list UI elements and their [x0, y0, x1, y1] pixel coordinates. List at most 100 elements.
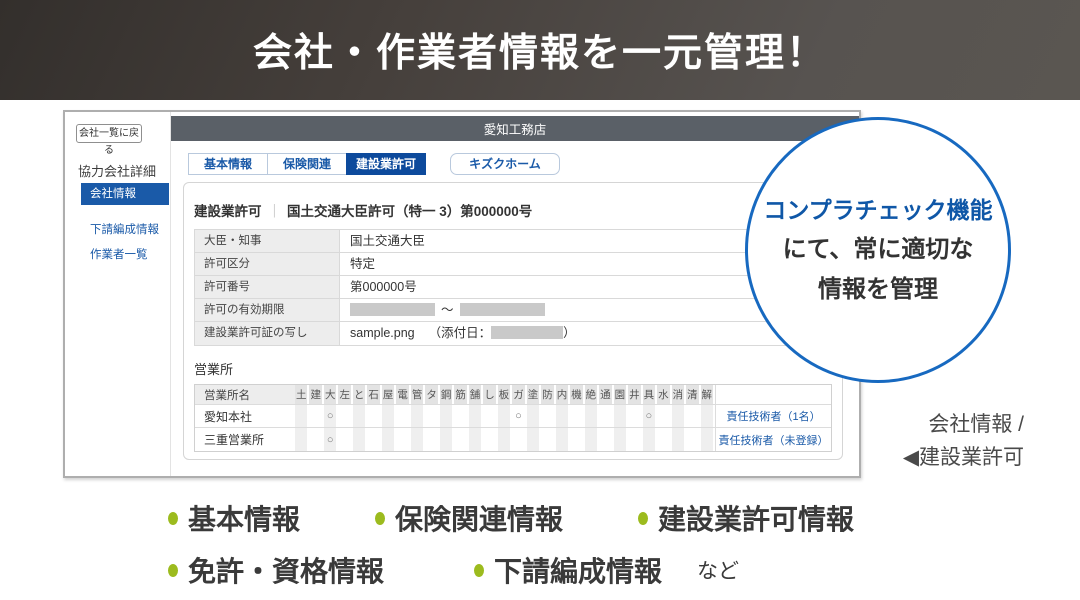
trade-column-header: 筋 — [454, 385, 468, 404]
permit-mark-cell — [556, 428, 570, 451]
row-value: sample.png （添付日： ） — [340, 322, 831, 345]
permit-mark-cell — [672, 405, 686, 427]
feature-item: 保険関連情報 — [375, 498, 563, 538]
permit-mark-cell — [498, 428, 512, 451]
trade-column-header: 屋 — [382, 385, 396, 404]
feature-row: 基本情報 保険関連情報 建設業許可情報 — [168, 498, 854, 538]
etc-label: など — [697, 555, 739, 585]
permit-mark-cell — [498, 405, 512, 427]
attached-file-name: sample.png — [350, 326, 415, 340]
offices-table: 営業所名土建大左と石屋電管タ鋼筋舗し板ガ塗防内機絶通園井具水消清解愛知本社○○○… — [194, 384, 832, 452]
trade-column-header: 清 — [686, 385, 700, 404]
permit-mark-cell — [425, 405, 439, 427]
permit-mark-cell — [469, 405, 483, 427]
page: 会社・作業者情報を一元管理！ 会社一覧に戻る 協力会社詳細 会社情報 下請編成情… — [0, 0, 1080, 600]
trade-column-header: 大 — [324, 385, 338, 404]
back-to-company-list-button[interactable]: 会社一覧に戻る — [76, 124, 142, 143]
permit-mark-cell — [309, 405, 323, 427]
banner-title: 会社・作業者情報を一元管理！ — [253, 22, 827, 78]
table-row: 許可番号 第000000号 — [195, 276, 831, 299]
kizuku-home-button[interactable]: キズクホーム — [450, 153, 560, 175]
trade-column-header: 塗 — [527, 385, 541, 404]
sidebar-item-worker-list[interactable]: 作業者一覧 — [81, 246, 148, 262]
tab-construction-permit[interactable]: 建設業許可 — [346, 153, 426, 175]
trade-column-header: 園 — [614, 385, 628, 404]
sidebar-item-subcontract-structure[interactable]: 下請編成情報 — [81, 221, 159, 237]
table-row: 大臣・知事 国土交通大臣 — [195, 230, 831, 253]
permit-mark-cell — [295, 405, 309, 427]
feature-list: 基本情報 保険関連情報 建設業許可情報 免許・資格情報 下請編成情報など — [168, 498, 854, 590]
row-label: 大臣・知事 — [195, 230, 340, 252]
permit-mark-cell — [657, 405, 671, 427]
trade-column-header: 井 — [628, 385, 642, 404]
table-row: 許可区分 特定 — [195, 253, 831, 276]
office-row: 愛知本社○○○責任技術者（1名） — [195, 405, 831, 428]
engineer-link-header — [715, 385, 831, 404]
responsible-engineer-link[interactable]: 責任技術者（1名） — [715, 405, 831, 427]
permit-heading-label: 建設業許可 — [194, 204, 262, 219]
permit-mark-cell — [367, 405, 381, 427]
permit-mark-cell — [701, 428, 715, 451]
tab-insurance[interactable]: 保険関連 — [267, 153, 347, 175]
screen-caption: 会社情報 / ◀建設業許可 — [903, 408, 1024, 474]
trade-column-header: 舗 — [469, 385, 483, 404]
bullet-dot-icon — [168, 512, 178, 525]
permit-mark-cell — [454, 428, 468, 451]
permit-mark-cell — [556, 405, 570, 427]
permit-mark-cell — [614, 428, 628, 451]
permit-mark-cell — [512, 428, 526, 451]
permit-mark-cell: ○ — [643, 405, 657, 427]
offices-header-row: 営業所名土建大左と石屋電管タ鋼筋舗し板ガ塗防内機絶通園井具水消清解 — [195, 385, 831, 405]
attach-date-suffix: ） — [563, 326, 576, 340]
permit-mark-cell — [657, 428, 671, 451]
permit-mark-cell: ○ — [512, 405, 526, 427]
permit-mark-cell — [628, 428, 642, 451]
trade-column-header: と — [353, 385, 367, 404]
permit-mark-cell — [454, 405, 468, 427]
permit-mark-cell — [686, 405, 700, 427]
sidebar-item-company-info[interactable]: 会社情報 — [81, 183, 169, 205]
permit-mark-cell — [353, 405, 367, 427]
permit-mark-cell — [701, 405, 715, 427]
feature-item: 下請編成情報など — [474, 550, 739, 590]
bullet-dot-icon — [474, 564, 484, 577]
row-label: 許可の有効期限 — [195, 299, 340, 321]
permit-mark-cell — [338, 428, 352, 451]
row-label: 建設業許可証の写し — [195, 322, 340, 345]
sidebar: 会社一覧に戻る 協力会社詳細 会社情報 下請編成情報 作業者一覧 — [65, 112, 171, 476]
permit-mark-cell — [309, 428, 323, 451]
offices-section-title: 営業所 — [194, 359, 832, 378]
caption-line1: 会社情報 / — [903, 408, 1024, 441]
permit-mark-cell — [396, 405, 410, 427]
permit-mark-cell — [367, 428, 381, 451]
trade-column-header: 土 — [295, 385, 309, 404]
trade-column-header: 消 — [672, 385, 686, 404]
table-row: 許可の有効期限 ～ — [195, 299, 831, 322]
permit-mark-cell — [585, 428, 599, 451]
permit-mark-cell — [686, 428, 700, 451]
feature-item: 基本情報 — [168, 498, 300, 538]
permit-mark-cell — [440, 405, 454, 427]
permit-mark-cell — [483, 405, 497, 427]
permit-mark-cell — [411, 428, 425, 451]
permit-mark-cell — [570, 428, 584, 451]
responsible-engineer-link[interactable]: 責任技術者（未登録） — [715, 428, 831, 451]
office-name: 三重営業所 — [195, 428, 295, 451]
trade-column-header: 板 — [498, 385, 512, 404]
permit-mark-cell — [469, 428, 483, 451]
office-row: 三重営業所 ○ 責任技術者（未登録） — [195, 428, 831, 451]
permit-mark-cell: ○ — [324, 428, 338, 451]
permit-table: 大臣・知事 国土交通大臣 許可区分 特定 許可番号 第000000号 許可の有効… — [194, 229, 832, 346]
sidebar-heading: 協力会社詳細 — [78, 161, 156, 180]
redacted-value — [350, 303, 435, 316]
tab-basic-info[interactable]: 基本情報 — [188, 153, 268, 175]
callout-feature-name: コンプラチェック機能 — [763, 190, 992, 230]
permit-mark-cell — [483, 428, 497, 451]
trade-column-header: ガ — [512, 385, 526, 404]
permit-mark-cell — [541, 428, 555, 451]
trade-column-header: 石 — [367, 385, 381, 404]
attach-date-prefix: （添付日： — [429, 326, 492, 340]
trade-column-header: 鋼 — [440, 385, 454, 404]
caption-line2: ◀建設業許可 — [903, 441, 1024, 474]
office-name-header: 営業所名 — [195, 385, 295, 404]
